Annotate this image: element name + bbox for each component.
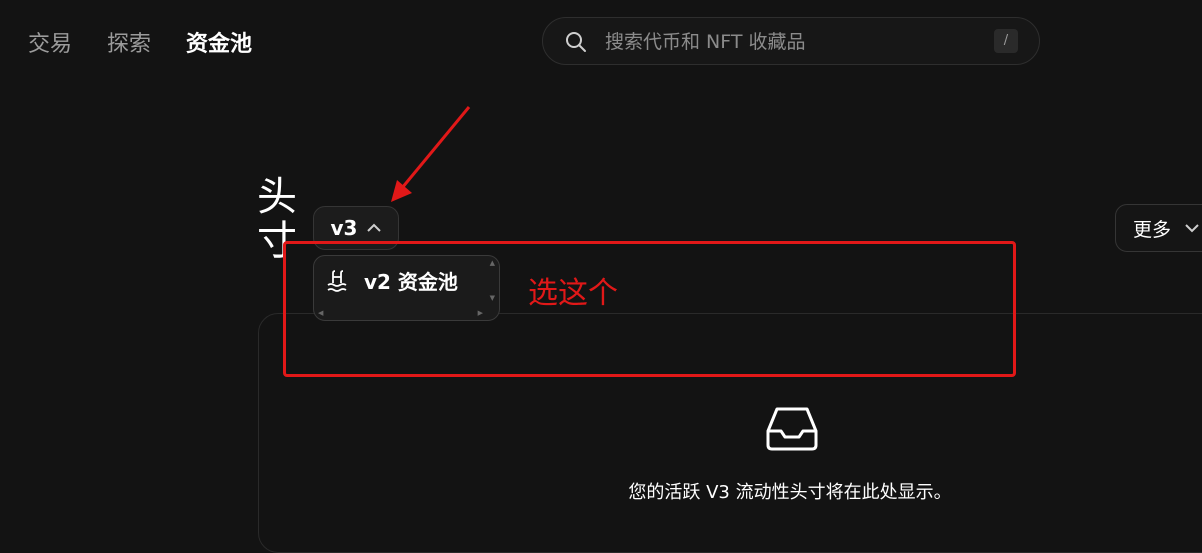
- annotation-arrow-icon: [391, 106, 471, 202]
